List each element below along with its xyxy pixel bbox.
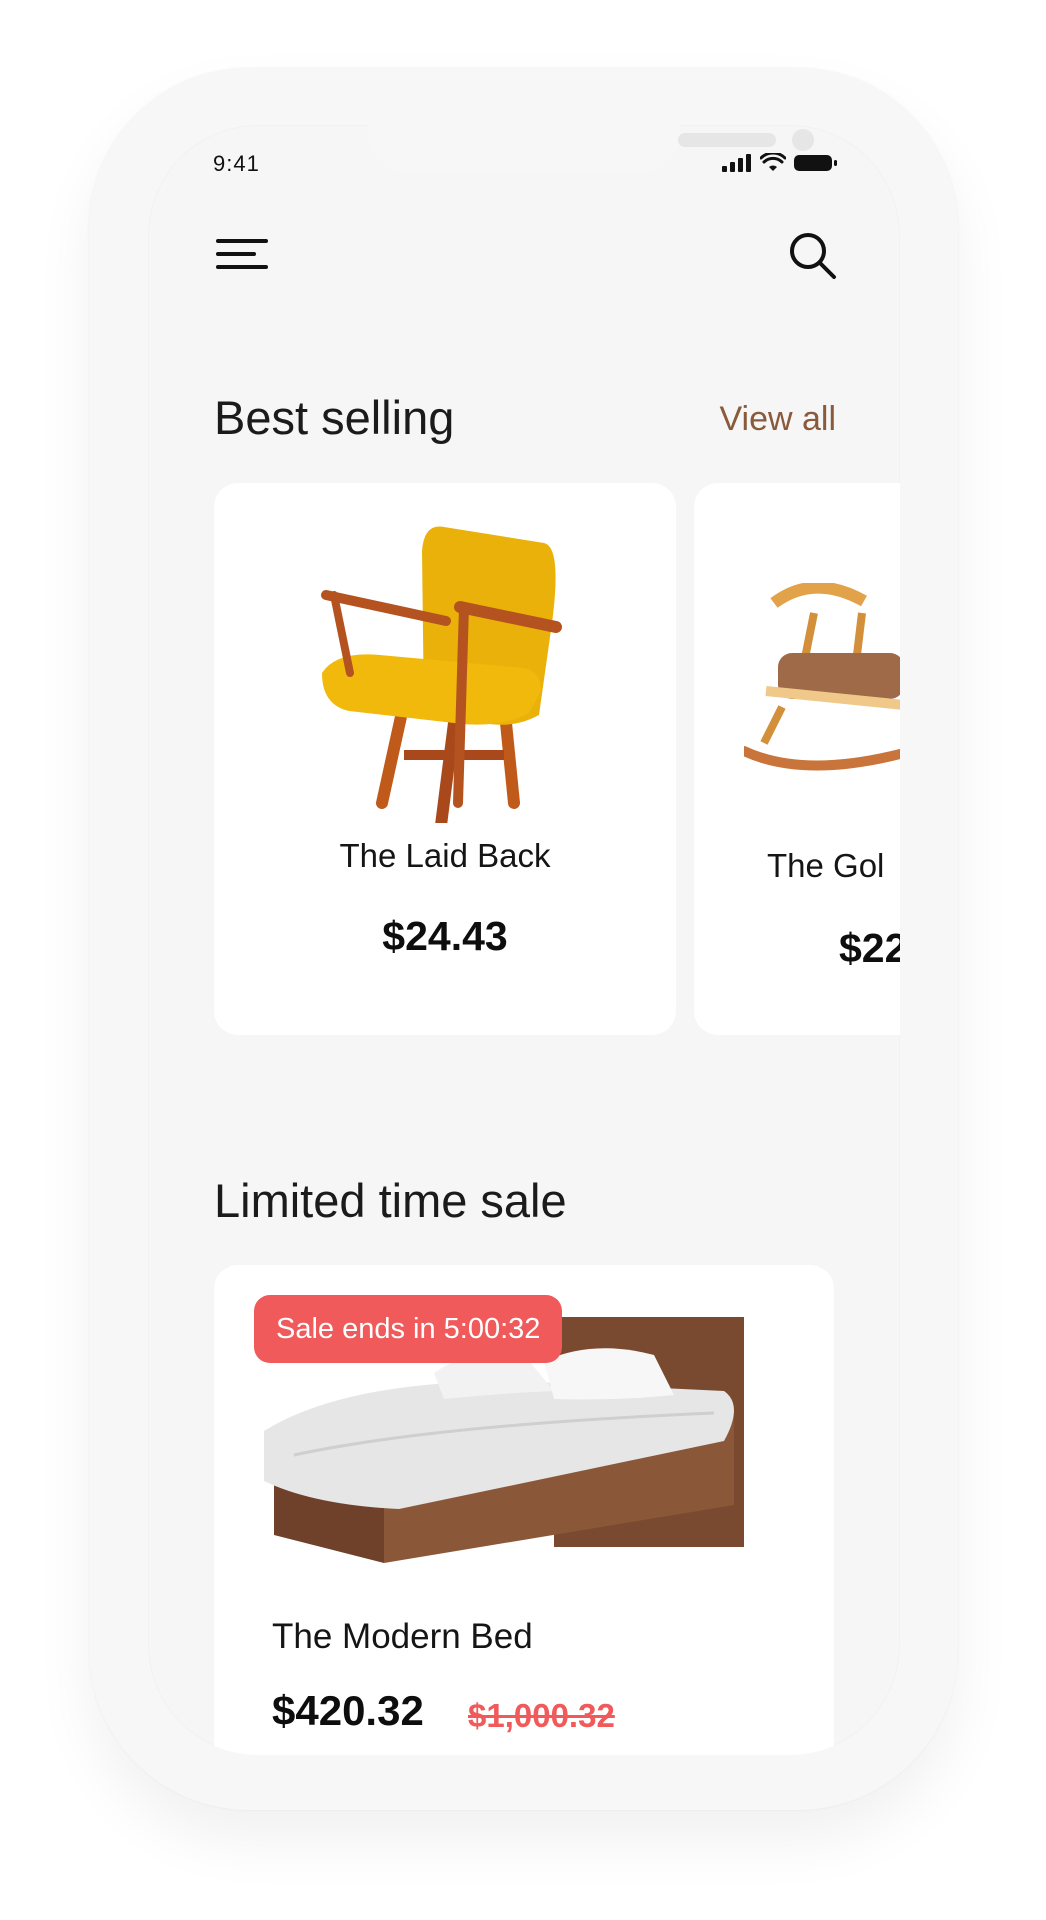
status-time: 9:41 <box>213 151 260 176</box>
product-card-laid-back[interactable]: The Laid Back $24.43 <box>214 483 676 1035</box>
yellow-lounge-chair-image <box>321 526 562 823</box>
hamburger-menu-icon[interactable] <box>212 233 270 275</box>
speaker <box>678 133 776 147</box>
signal-icon <box>722 154 751 172</box>
app-screen: 9:41 Best selling View all The Laid Back… <box>148 125 900 1755</box>
limited-sale-title: Limited time sale <box>214 1174 567 1227</box>
product-card-golden[interactable]: The Gol $22 <box>694 483 900 1035</box>
rocking-chair-image <box>744 583 900 771</box>
camera <box>792 129 814 151</box>
status-icons <box>722 153 838 173</box>
product-name: The Modern Bed <box>272 1617 533 1656</box>
view-all-link[interactable]: View all <box>719 400 836 439</box>
product-name: The Laid Back <box>339 837 551 874</box>
search-icon[interactable] <box>786 229 838 281</box>
sale-card-modern-bed[interactable]: Sale ends in 5:00:32 The Modern Bed $420… <box>214 1265 834 1755</box>
original-price: $1,000.32 <box>468 1697 615 1734</box>
battery-icon <box>794 155 837 171</box>
sale-countdown-badge: Sale ends in 5:00:32 <box>254 1295 563 1363</box>
notch <box>368 125 814 173</box>
sale-price: $420.32 <box>272 1687 424 1734</box>
product-name: The Gol <box>767 847 885 884</box>
product-price: $22 <box>839 925 900 971</box>
wifi-icon <box>760 153 786 171</box>
product-price: $24.43 <box>382 913 508 959</box>
best-selling-title: Best selling <box>214 391 455 444</box>
